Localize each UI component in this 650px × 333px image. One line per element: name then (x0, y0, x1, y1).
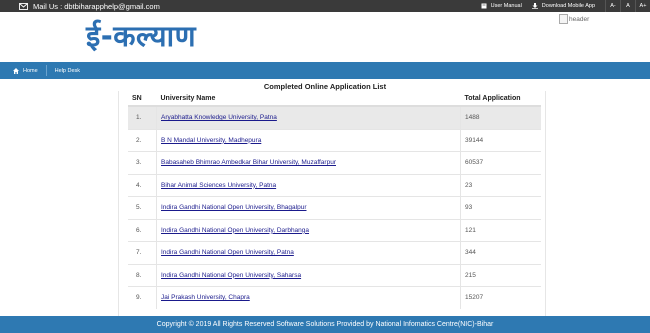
university-link[interactable]: Indira Gandhi National Open University, … (161, 272, 301, 279)
row-university: Indira Gandhi National Open University, … (156, 263, 461, 287)
table-row: 1. Aryabhatta Knowledge University, Patna… (128, 105, 541, 129)
download-app-label: Download Mobile App (541, 3, 595, 9)
header-image: header (559, 14, 589, 24)
row-total: 15207 (460, 286, 541, 309)
university-link[interactable]: Bihar Animal Sciences University, Patna (161, 182, 276, 189)
mail-us[interactable]: Mail Us : dbtbiharapphelp@gmail.com (19, 2, 160, 11)
table-row: 8. Indira Gandhi National Open University… (128, 263, 541, 287)
table-row: 2. B N Mandal University, Madhepura 39144 (128, 128, 541, 152)
font-increase-button[interactable]: A+ (635, 0, 650, 12)
application-table-container[interactable]: SN University Name Total Application 1. A… (118, 91, 546, 321)
university-link[interactable]: Jai Prakash University, Chapra (161, 294, 250, 301)
row-total: 215 (460, 263, 541, 287)
footer-copyright: Copyright © 2019 All Rights Reserved Sof… (156, 321, 494, 328)
column-header-total: Total Application (460, 91, 541, 107)
site-title: ई-कल्याण (86, 19, 197, 53)
nav-home[interactable]: Home (0, 62, 46, 79)
nav-help-desk-label: Help Desk (54, 67, 81, 74)
row-university: Indira Gandhi National Open University, … (156, 218, 461, 242)
font-reset-button[interactable]: A (620, 0, 635, 12)
row-total: 39144 (460, 128, 541, 152)
row-university: Jai Prakash University, Chapra (156, 286, 461, 309)
nav-help-desk[interactable]: Help Desk (47, 62, 88, 79)
university-link[interactable]: Indira Gandhi National Open University, … (161, 249, 294, 256)
row-sn: 4. (128, 173, 157, 197)
download-mobile-app-link[interactable]: Download Mobile App (531, 3, 595, 9)
user-manual-label: User Manual (490, 3, 522, 9)
mail-us-text: Mail Us : dbtbiharapphelp@gmail.com (33, 1, 160, 11)
university-link[interactable]: B N Mandal University, Madhepura (161, 137, 261, 144)
table-row: 3. Babasaheb Bhimrao Ambedkar Bihar Unive… (128, 151, 541, 174)
download-icon (531, 3, 538, 9)
row-total: 1488 (460, 105, 541, 129)
university-link[interactable]: Babasaheb Bhimrao Ambedkar Bihar Univers… (161, 159, 336, 166)
row-university: Bihar Animal Sciences University, Patna (156, 173, 461, 197)
book-icon (481, 3, 487, 9)
row-total: 344 (460, 241, 541, 264)
column-header-university: University Name (156, 91, 461, 107)
nav-home-label: Home (23, 67, 38, 74)
envelope-icon (19, 2, 28, 10)
table-row: 7. Indira Gandhi National Open University… (128, 241, 541, 264)
row-sn: 5. (128, 196, 157, 219)
font-decrease-button[interactable]: A- (605, 0, 620, 12)
broken-image-icon (559, 14, 568, 24)
table-row: 5. Indira Gandhi National Open University… (128, 196, 541, 219)
row-university: B N Mandal University, Madhepura (156, 128, 461, 152)
home-icon (13, 67, 19, 74)
main-nav: Home Help Desk (0, 62, 650, 79)
row-sn: 3. (128, 151, 157, 174)
row-university: Aryabhatta Knowledge University, Patna (156, 105, 461, 129)
table-row: 4. Bihar Animal Sciences University, Patn… (128, 173, 541, 197)
row-total: 23 (460, 173, 541, 197)
table-row: 6. Indira Gandhi National Open University… (128, 218, 541, 242)
user-manual-link[interactable]: User Manual (481, 3, 522, 9)
row-university: Indira Gandhi National Open University, … (156, 196, 461, 219)
row-university: Babasaheb Bhimrao Ambedkar Bihar Univers… (156, 151, 461, 174)
university-link[interactable]: Aryabhatta Knowledge University, Patna (161, 114, 277, 121)
row-sn: 2. (128, 128, 157, 152)
row-total: 121 (460, 218, 541, 242)
row-sn: 6. (128, 218, 157, 242)
row-sn: 7. (128, 241, 157, 264)
page-title: Completed Online Application List (263, 82, 387, 91)
application-table: SN University Name Total Application 1. A… (128, 91, 541, 309)
row-sn: 8. (128, 263, 157, 287)
university-link[interactable]: Indira Gandhi National Open University, … (161, 204, 307, 211)
row-sn: 9. (128, 286, 157, 309)
footer: Copyright © 2019 All Rights Reserved Sof… (0, 316, 650, 333)
column-header-sn: SN (128, 91, 157, 107)
row-total: 93 (460, 196, 541, 219)
row-sn: 1. (128, 105, 157, 129)
table-header-row: SN University Name Total Application (128, 91, 541, 107)
row-university: Indira Gandhi National Open University, … (156, 241, 461, 264)
university-link[interactable]: Indira Gandhi National Open University, … (161, 227, 309, 234)
table-row: 9. Jai Prakash University, Chapra 15207 (128, 286, 541, 309)
row-total: 60537 (460, 151, 541, 174)
header-image-alt: header (569, 15, 590, 23)
top-bar: Mail Us : dbtbiharapphelp@gmail.com User… (0, 0, 650, 12)
